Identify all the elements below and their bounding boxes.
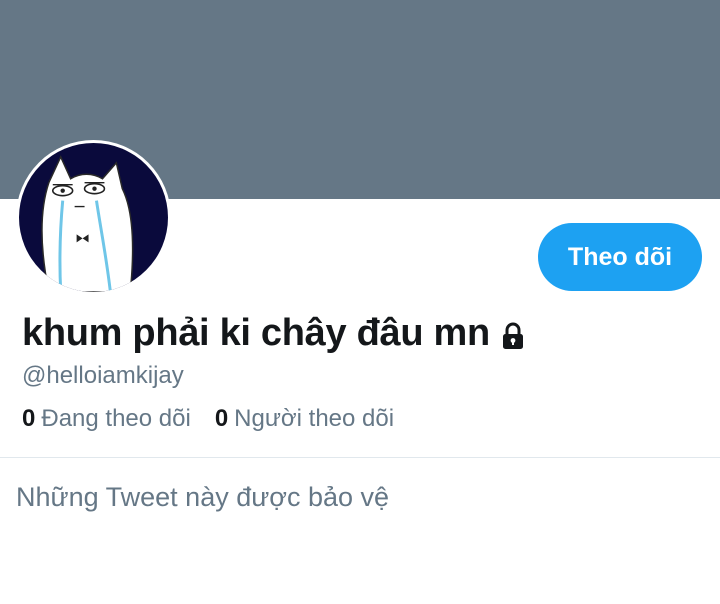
user-handle: @helloiamkijay (22, 362, 184, 389)
profile-stats: 0 Đang theo dõi 0 Người theo dõi (22, 405, 394, 433)
following-stat[interactable]: 0 Đang theo dõi (22, 405, 191, 433)
lock-icon (498, 321, 528, 351)
avatar-image (19, 143, 168, 292)
protected-tweets-message: Những Tweet này được bảo vệ (16, 482, 390, 512)
name-row: khum phải ki chây đâu mn (22, 312, 528, 355)
display-name: khum phải ki chây đâu mn (22, 312, 490, 354)
followers-stat[interactable]: 0 Người theo dõi (215, 405, 394, 433)
divider (0, 457, 720, 458)
profile-page: Theo dõi khum phải ki chây đâu mn @hello… (0, 0, 720, 604)
follow-button[interactable]: Theo dõi (538, 223, 702, 291)
avatar[interactable] (16, 140, 171, 295)
following-label: Đang theo dõi (41, 405, 191, 432)
followers-count: 0 (214, 405, 229, 432)
following-count: 0 (22, 405, 36, 432)
followers-label: Người theo dõi (234, 405, 395, 432)
